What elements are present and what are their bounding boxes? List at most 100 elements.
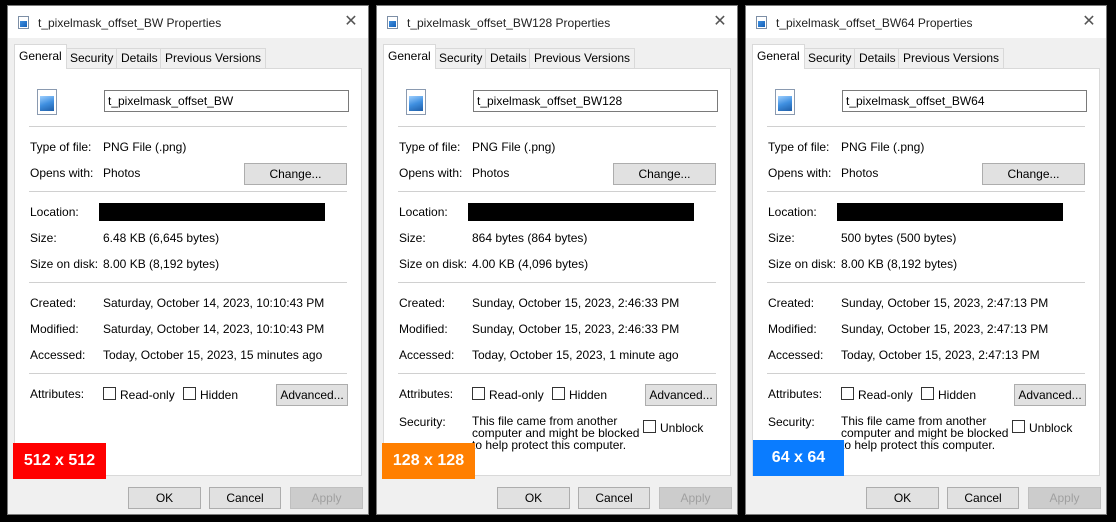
attributes-label: Attributes: (399, 387, 454, 401)
tab-security[interactable]: Security (434, 48, 488, 68)
advanced-button[interactable]: Advanced... (276, 384, 348, 406)
type-label: Type of file: (768, 140, 830, 154)
tab-general[interactable]: General (14, 44, 67, 69)
opens-with-value: Photos (103, 166, 141, 180)
window-title: t_pixelmask_offset_BW64 Properties (776, 16, 973, 30)
tab-details[interactable]: Details (485, 48, 532, 68)
accessed-value: Today, October 15, 2023, 15 minutes ago (103, 348, 323, 362)
unblock-label: Unblock (660, 421, 704, 435)
apply-button[interactable]: Apply (659, 487, 732, 509)
location-label: Location: (399, 205, 448, 219)
apply-button[interactable]: Apply (290, 487, 363, 509)
divider (29, 191, 347, 192)
tab-general[interactable]: General (383, 44, 436, 69)
modified-label: Modified: (399, 322, 448, 336)
properties-window-2: t_pixelmask_offset_BW128 Properties ✕ Ge… (376, 5, 738, 515)
tab-previous-versions[interactable]: Previous Versions (160, 48, 267, 68)
resolution-badge: 128 x 128 (382, 443, 475, 479)
tab-security[interactable]: Security (803, 48, 857, 68)
readonly-checkbox[interactable] (472, 387, 485, 400)
advanced-button[interactable]: Advanced... (645, 384, 717, 406)
created-label: Created: (30, 296, 77, 310)
opens-with-label: Opens with: (768, 166, 832, 180)
readonly-label: Read-only (858, 388, 913, 402)
size-on-disk-value: 4.00 KB (4,096 bytes) (472, 257, 589, 271)
type-label: Type of file: (399, 140, 461, 154)
close-icon[interactable]: ✕ (340, 11, 362, 33)
readonly-checkbox[interactable] (103, 387, 116, 400)
readonly-label: Read-only (489, 388, 544, 402)
cancel-button[interactable]: Cancel (578, 487, 650, 509)
close-icon[interactable]: ✕ (1078, 11, 1100, 33)
close-icon[interactable]: ✕ (709, 11, 731, 33)
apply-button[interactable]: Apply (1028, 487, 1101, 509)
tab-general[interactable]: General (752, 44, 805, 69)
tab-previous-versions[interactable]: Previous Versions (529, 48, 636, 68)
change-button[interactable]: Change... (244, 163, 347, 185)
size-on-disk-label: Size on disk: (768, 257, 837, 271)
tab-details[interactable]: Details (116, 48, 163, 68)
divider (767, 373, 1085, 374)
accessed-label: Accessed: (30, 348, 86, 362)
change-button[interactable]: Change... (613, 163, 716, 185)
filename-input[interactable] (104, 90, 349, 112)
attributes-label: Attributes: (768, 387, 823, 401)
window-title: t_pixelmask_offset_BW128 Properties (407, 16, 611, 30)
created-label: Created: (768, 296, 815, 310)
hidden-label: Hidden (938, 388, 977, 402)
created-value: Sunday, October 15, 2023, 2:47:13 PM (841, 296, 1049, 310)
cancel-button[interactable]: Cancel (947, 487, 1019, 509)
tab-security[interactable]: Security (65, 48, 119, 68)
title-bar[interactable]: t_pixelmask_offset_BW128 Properties ✕ (377, 6, 737, 38)
cancel-button[interactable]: Cancel (209, 487, 281, 509)
properties-window-3: t_pixelmask_offset_BW64 Properties ✕ Gen… (745, 5, 1107, 515)
divider (398, 126, 716, 127)
divider (767, 282, 1085, 283)
tab-previous-versions[interactable]: Previous Versions (898, 48, 1005, 68)
location-redacted (99, 203, 325, 221)
hidden-checkbox[interactable] (183, 387, 196, 400)
hidden-checkbox[interactable] (921, 387, 934, 400)
location-label: Location: (768, 205, 817, 219)
opens-with-value: Photos (472, 166, 510, 180)
resolution-badge: 64 x 64 (753, 440, 844, 476)
size-on-disk-label: Size on disk: (399, 257, 468, 271)
divider (398, 191, 716, 192)
divider (767, 191, 1085, 192)
filename-input[interactable] (842, 90, 1087, 112)
size-on-disk-label: Size on disk: (30, 257, 99, 271)
opens-with-label: Opens with: (30, 166, 94, 180)
change-button[interactable]: Change... (982, 163, 1085, 185)
png-image-icon (37, 89, 57, 115)
divider (398, 282, 716, 283)
hidden-checkbox[interactable] (552, 387, 565, 400)
ok-button[interactable]: OK (497, 487, 570, 509)
ok-button[interactable]: OK (866, 487, 939, 509)
created-value: Saturday, October 14, 2023, 10:10:43 PM (103, 296, 325, 310)
readonly-checkbox[interactable] (841, 387, 854, 400)
location-redacted (837, 203, 1063, 221)
png-file-icon (18, 16, 29, 29)
filename-input[interactable] (473, 90, 718, 112)
modified-value: Sunday, October 15, 2023, 2:47:13 PM (841, 322, 1049, 336)
type-value: PNG File (.png) (103, 140, 187, 154)
size-value: 500 bytes (500 bytes) (841, 231, 957, 245)
png-file-icon (387, 16, 398, 29)
png-image-icon (775, 89, 795, 115)
accessed-value: Today, October 15, 2023, 2:47:13 PM (841, 348, 1040, 362)
advanced-button[interactable]: Advanced... (1014, 384, 1086, 406)
modified-label: Modified: (768, 322, 817, 336)
ok-button[interactable]: OK (128, 487, 201, 509)
title-bar[interactable]: t_pixelmask_offset_BW64 Properties ✕ (746, 6, 1106, 38)
size-on-disk-value: 8.00 KB (8,192 bytes) (841, 257, 958, 271)
accessed-label: Accessed: (399, 348, 455, 362)
tab-details[interactable]: Details (854, 48, 901, 68)
unblock-checkbox[interactable] (643, 420, 656, 433)
divider (29, 373, 347, 374)
opens-with-value: Photos (841, 166, 879, 180)
location-label: Location: (30, 205, 79, 219)
size-label: Size: (30, 231, 57, 245)
unblock-checkbox[interactable] (1012, 420, 1025, 433)
title-bar[interactable]: t_pixelmask_offset_BW Properties ✕ (8, 6, 368, 38)
unblock-label: Unblock (1029, 421, 1073, 435)
